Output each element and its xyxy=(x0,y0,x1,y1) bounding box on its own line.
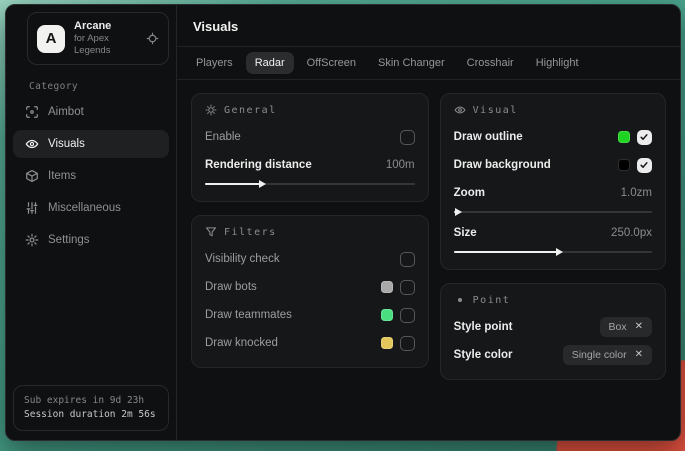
filters-panel: Filters Visibility check Draw bots xyxy=(191,215,429,368)
sidebar-item-label: Aimbot xyxy=(48,106,84,118)
general-panel: General Enable Rendering distance 100m xyxy=(191,93,429,202)
tab-bar: Players Radar OffScreen Skin Changer Cro… xyxy=(177,47,680,80)
style-color-label: Style color xyxy=(454,349,513,361)
session-info-card: Sub expires in 9d 23h Session duration 2… xyxy=(13,385,169,431)
style-point-row: Style point Box ✕ xyxy=(454,316,652,338)
enable-checkbox[interactable] xyxy=(400,130,415,145)
draw-outline-checkbox[interactable] xyxy=(637,130,652,145)
sidebar-item-visuals[interactable]: Visuals xyxy=(13,130,169,158)
panel-title: General xyxy=(224,105,277,116)
cube-icon xyxy=(25,169,39,183)
panel-title: Point xyxy=(473,295,511,306)
slider-thumb[interactable] xyxy=(259,180,266,188)
eye-icon xyxy=(454,104,466,116)
close-icon[interactable]: ✕ xyxy=(635,322,643,332)
style-color-select[interactable]: Single color ✕ xyxy=(563,345,652,365)
tab-offscreen[interactable]: OffScreen xyxy=(298,52,365,74)
visibility-check-row: Visibility check xyxy=(205,248,415,270)
sidebar-item-label: Visuals xyxy=(48,138,85,150)
visibility-check-checkbox[interactable] xyxy=(400,252,415,267)
tab-highlight[interactable]: Highlight xyxy=(527,52,588,74)
app-name: Arcane xyxy=(74,20,137,33)
visual-panel: Visual Draw outline Draw background xyxy=(440,93,666,270)
app-logo: A xyxy=(37,25,65,53)
main-area: Visuals Players Radar OffScreen Skin Cha… xyxy=(177,5,680,440)
draw-background-checkbox[interactable] xyxy=(637,158,652,173)
size-value: 250.0px xyxy=(611,227,652,239)
draw-teammates-label: Draw teammates xyxy=(205,309,292,321)
zoom-value: 1.0zm xyxy=(621,187,652,199)
size-label: Size xyxy=(454,227,477,239)
panel-title: Visual xyxy=(473,105,518,116)
draw-background-row: Draw background xyxy=(454,154,652,176)
dot-icon xyxy=(454,294,466,306)
panel-title: Filters xyxy=(224,227,277,238)
rendering-distance-value: 100m xyxy=(386,159,415,171)
sidebar-item-label: Miscellaneous xyxy=(48,202,121,214)
tab-skin-changer[interactable]: Skin Changer xyxy=(369,52,454,74)
draw-bots-row: Draw bots xyxy=(205,276,415,298)
point-panel: Point Style point Box ✕ Style color Sing… xyxy=(440,283,666,380)
session-duration-text: Session duration 2m 56s xyxy=(24,408,158,422)
draw-bots-label: Draw bots xyxy=(205,281,257,293)
app-window: A Arcane for Apex Legends Category Aimbo… xyxy=(5,4,681,441)
visibility-check-label: Visibility check xyxy=(205,253,280,265)
sub-expires-text: Sub expires in 9d 23h xyxy=(24,394,158,408)
draw-teammates-color-swatch[interactable] xyxy=(381,309,393,321)
slider-thumb[interactable] xyxy=(455,208,462,216)
rendering-distance-label: Rendering distance xyxy=(205,159,312,171)
sidebar-item-items[interactable]: Items xyxy=(13,162,169,190)
sliders-icon xyxy=(25,201,39,215)
slider-thumb[interactable] xyxy=(556,248,563,256)
sidebar-nav: Aimbot Visuals Items Miscellaneous xyxy=(13,98,169,254)
sidebar: A Arcane for Apex Legends Category Aimbo… xyxy=(6,5,177,440)
style-point-label: Style point xyxy=(454,321,513,333)
sidebar-item-settings[interactable]: Settings xyxy=(13,226,169,254)
sidebar-item-miscellaneous[interactable]: Miscellaneous xyxy=(13,194,169,222)
draw-outline-row: Draw outline xyxy=(454,126,652,148)
app-subtitle: for Apex Legends xyxy=(74,33,137,57)
size-slider[interactable] xyxy=(454,248,652,256)
funnel-icon xyxy=(205,226,217,238)
draw-background-color-swatch[interactable] xyxy=(618,159,630,171)
main-header: Visuals xyxy=(177,5,680,47)
size-row: Size 250.0px xyxy=(454,222,652,244)
draw-background-label: Draw background xyxy=(454,159,551,171)
page-title: Visuals xyxy=(193,19,664,34)
draw-teammates-checkbox[interactable] xyxy=(400,308,415,323)
close-icon[interactable]: ✕ xyxy=(635,350,643,360)
style-color-row: Style color Single color ✕ xyxy=(454,344,652,366)
tab-players[interactable]: Players xyxy=(187,52,242,74)
rendering-distance-row: Rendering distance 100m xyxy=(205,154,415,176)
draw-teammates-row: Draw teammates xyxy=(205,304,415,326)
enable-label: Enable xyxy=(205,131,241,143)
pin-icon[interactable] xyxy=(146,32,159,45)
rendering-distance-slider[interactable] xyxy=(205,180,415,188)
zoom-label: Zoom xyxy=(454,187,485,199)
draw-knocked-row: Draw knocked xyxy=(205,332,415,354)
style-point-select[interactable]: Box ✕ xyxy=(600,317,652,337)
draw-knocked-color-swatch[interactable] xyxy=(381,337,393,349)
gear-icon xyxy=(25,233,39,247)
draw-bots-checkbox[interactable] xyxy=(400,280,415,295)
draw-outline-color-swatch[interactable] xyxy=(618,131,630,143)
content: General Enable Rendering distance 100m xyxy=(177,80,680,440)
app-logo-card: A Arcane for Apex Legends xyxy=(27,12,169,65)
eye-icon xyxy=(25,137,39,151)
crosshair-icon xyxy=(25,105,39,119)
tab-crosshair[interactable]: Crosshair xyxy=(458,52,523,74)
sun-icon xyxy=(205,104,217,116)
sidebar-category-label: Category xyxy=(29,81,169,92)
draw-outline-label: Draw outline xyxy=(454,131,523,143)
zoom-row: Zoom 1.0zm xyxy=(454,182,652,204)
sidebar-item-label: Settings xyxy=(48,234,90,246)
zoom-slider[interactable] xyxy=(454,208,652,216)
draw-knocked-checkbox[interactable] xyxy=(400,336,415,351)
sidebar-item-label: Items xyxy=(48,170,76,182)
draw-bots-color-swatch[interactable] xyxy=(381,281,393,293)
enable-row: Enable xyxy=(205,126,415,148)
tab-radar[interactable]: Radar xyxy=(246,52,294,74)
draw-knocked-label: Draw knocked xyxy=(205,337,278,349)
sidebar-item-aimbot[interactable]: Aimbot xyxy=(13,98,169,126)
